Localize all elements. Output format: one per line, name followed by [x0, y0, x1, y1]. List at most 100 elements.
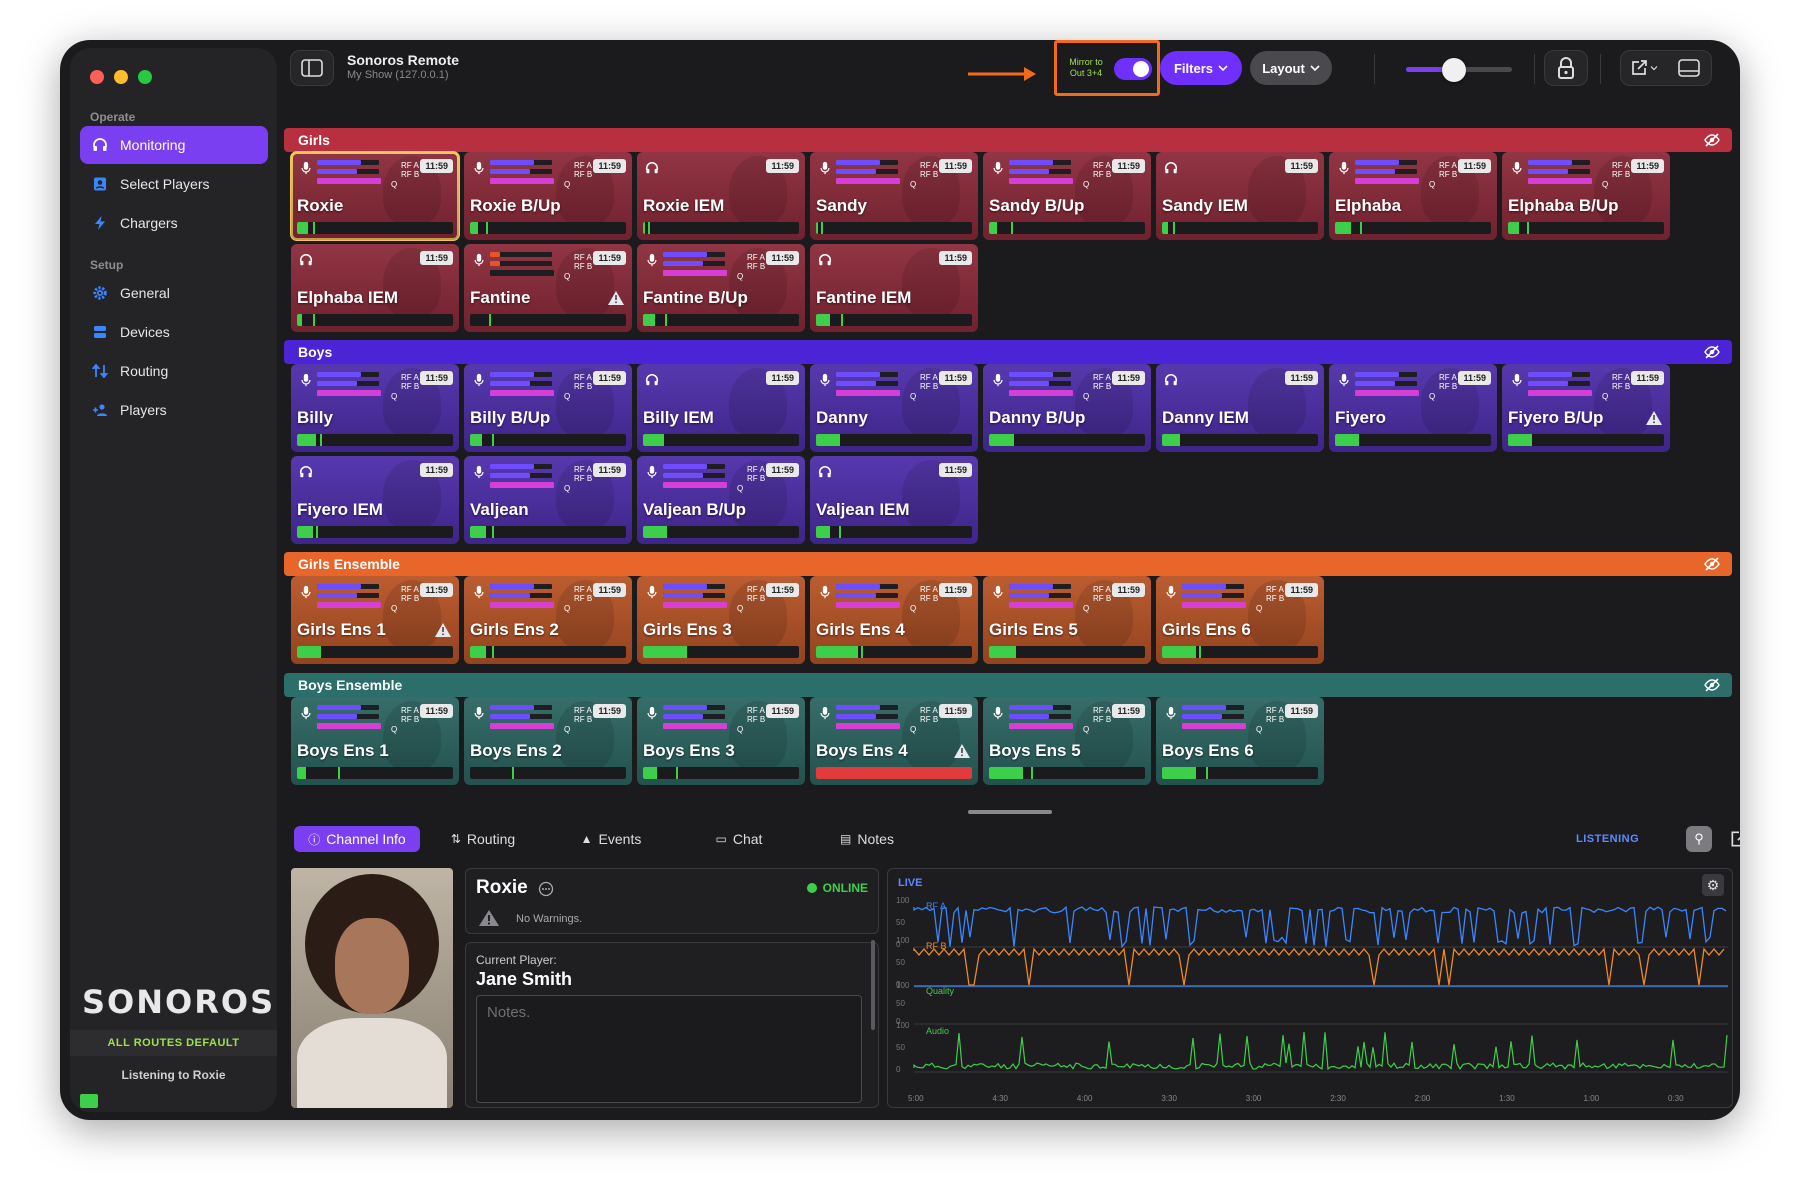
group-header-boys-ensemble[interactable]: Boys Ensemble	[284, 673, 1732, 697]
pin-icon: ⚲	[1694, 831, 1704, 846]
channel-tile[interactable]: RF A RF B Q 11:59 Fiyero B/Up	[1502, 364, 1670, 452]
lock-button[interactable]	[1544, 50, 1588, 86]
channel-tile[interactable]: RF A RF B Q 11:59 Fiyero	[1329, 364, 1497, 452]
pin-button[interactable]: ⚲	[1686, 826, 1712, 852]
channel-tile[interactable]: RF A RF B Q 11:59 Elphaba B/Up	[1502, 152, 1670, 240]
filters-button[interactable]: Filters	[1160, 51, 1242, 85]
rf-bars	[1182, 703, 1252, 733]
channel-tile[interactable]: RF A RF B Q 11:59 Fantine	[464, 244, 632, 332]
quality-bar	[663, 270, 727, 276]
mirror-toggle[interactable]	[1114, 58, 1152, 80]
layout-label: Layout	[1262, 60, 1305, 76]
sidebar-item-devices[interactable]: Devices	[80, 313, 268, 351]
battery-time-badge: 11:59	[939, 371, 972, 385]
rf-bars	[490, 370, 560, 400]
q-label: Q	[737, 272, 744, 281]
channel-tile[interactable]: 11:59 Valjean IEM	[810, 456, 978, 544]
channel-tile[interactable]: RF A RF B Q 11:59 Boys Ens 4	[810, 697, 978, 785]
channel-tile[interactable]: 11:59 Elphaba IEM	[291, 244, 459, 332]
sidebar-item-chargers[interactable]: Chargers	[80, 204, 268, 242]
close-window-button[interactable]	[90, 70, 104, 84]
tab-notes[interactable]: ▤ Notes	[808, 826, 926, 852]
group-header-girls-ensemble[interactable]: Girls Ensemble	[284, 552, 1732, 576]
microphone-icon	[993, 585, 1003, 599]
channel-tile[interactable]: RF A RF B Q 11:59 Girls Ens 2	[464, 576, 632, 664]
channel-tile[interactable]: RF A RF B Q 11:59 Roxie B/Up	[464, 152, 632, 240]
sidebar-item-label: Devices	[120, 324, 170, 340]
volume-slider[interactable]	[1406, 58, 1512, 82]
sidebar-toggle-button[interactable]	[290, 50, 334, 86]
notes-input[interactable]: Notes.	[476, 995, 862, 1103]
minimize-window-button[interactable]	[114, 70, 128, 84]
rf-b-bar	[490, 593, 530, 598]
zoom-window-button[interactable]	[138, 70, 152, 84]
channel-tile[interactable]: RF A RF B Q 11:59 Girls Ens 1	[291, 576, 459, 664]
layout-button[interactable]: Layout	[1250, 51, 1332, 85]
channel-tile[interactable]: RF A RF B Q 11:59 Sandy B/Up	[983, 152, 1151, 240]
sidebar-item-select-players[interactable]: Select Players	[80, 165, 268, 203]
rf-b-bar	[1355, 169, 1395, 174]
panel-toggle-button[interactable]	[1666, 59, 1711, 77]
pop-out-button[interactable]	[1621, 59, 1666, 77]
more-options-icon[interactable]	[538, 881, 554, 897]
channel-tile[interactable]: 11:59 Fiyero IEM	[291, 456, 459, 544]
channel-tile[interactable]: RF A RF B Q 11:59 Roxie	[290, 151, 460, 241]
peak-marker	[675, 767, 678, 779]
tab-chat[interactable]: ▭ Chat	[680, 826, 798, 852]
rf-a-bar	[663, 705, 707, 710]
channel-tile[interactable]: 11:59 Roxie IEM	[637, 152, 805, 240]
hide-eye-icon[interactable]	[1704, 556, 1720, 572]
tab-events[interactable]: ▲ Events	[552, 826, 670, 852]
channel-tile[interactable]: RF A RF B Q 11:59 Boys Ens 5	[983, 697, 1151, 785]
channel-tile[interactable]: RF A RF B Q 11:59 Valjean	[464, 456, 632, 544]
channel-tile[interactable]: RF A RF B Q 11:59 Elphaba	[1329, 152, 1497, 240]
channel-tile[interactable]: RF A RF B Q 11:59 Girls Ens 5	[983, 576, 1151, 664]
rf-b-label: RF B	[1612, 382, 1631, 391]
level-fill	[989, 646, 1014, 658]
peak-marker	[488, 314, 491, 326]
scrollbar[interactable]	[871, 940, 875, 1030]
channel-tile[interactable]: 11:59 Fantine IEM	[810, 244, 978, 332]
peak-marker	[661, 434, 664, 446]
channel-tile[interactable]: RF A RF B Q 11:59 Danny	[810, 364, 978, 452]
panel-resize-handle[interactable]	[968, 810, 1052, 814]
channel-tile[interactable]: RF A RF B Q 11:59 Boys Ens 3	[637, 697, 805, 785]
hide-eye-icon[interactable]	[1704, 677, 1720, 693]
channel-tile[interactable]: RF A RF B Q 11:59 Fantine B/Up	[637, 244, 805, 332]
quality-bar	[1182, 602, 1246, 608]
channel-tile[interactable]: 11:59 Danny IEM	[1156, 364, 1324, 452]
channel-tile[interactable]: RF A RF B Q 11:59 Boys Ens 2	[464, 697, 632, 785]
group-header-girls[interactable]: Girls	[284, 128, 1732, 152]
channel-tile[interactable]: 11:59 Sandy IEM	[1156, 152, 1324, 240]
hide-eye-icon[interactable]	[1704, 344, 1720, 360]
volume-slider-knob[interactable]	[1441, 58, 1466, 82]
channel-tile[interactable]: 11:59 Billy IEM	[637, 364, 805, 452]
tab-channel-info[interactable]: ⓘ Channel Info	[294, 826, 420, 852]
external-window-icon[interactable]	[1729, 829, 1740, 849]
channel-tile[interactable]: RF A RF B Q 11:59 Boys Ens 6	[1156, 697, 1324, 785]
channel-tile[interactable]: RF A RF B Q 11:59 Boys Ens 1	[291, 697, 459, 785]
sidebar-item-players[interactable]: Players	[80, 391, 268, 429]
level-fill	[989, 767, 1024, 779]
channel-tile[interactable]: RF A RF B Q 11:59 Billy B/Up	[464, 364, 632, 452]
rf-bars	[490, 462, 560, 492]
channel-tile[interactable]: RF A RF B Q 11:59 Girls Ens 4	[810, 576, 978, 664]
level-fill	[816, 314, 831, 326]
microphone-icon	[474, 161, 484, 175]
peak-marker	[512, 767, 515, 779]
y-tick-label: 50	[896, 999, 905, 1008]
channel-tile[interactable]: RF A RF B Q 11:59 Sandy	[810, 152, 978, 240]
channel-tile[interactable]: RF A RF B Q 11:59 Valjean B/Up	[637, 456, 805, 544]
hide-eye-icon[interactable]	[1704, 132, 1720, 148]
channel-name: Roxie B/Up	[470, 196, 561, 215]
channel-tile[interactable]: RF A RF B Q 11:59 Girls Ens 6	[1156, 576, 1324, 664]
sidebar-item-general[interactable]: General	[80, 274, 268, 312]
tab-routing[interactable]: ⇅ Routing	[424, 826, 542, 852]
sidebar-item-monitoring[interactable]: Monitoring	[80, 126, 268, 164]
channel-tile[interactable]: RF A RF B Q 11:59 Girls Ens 3	[637, 576, 805, 664]
channel-tile[interactable]: RF A RF B Q 11:59 Danny B/Up	[983, 364, 1151, 452]
rf-b-label: RF B	[1612, 170, 1631, 179]
group-header-boys[interactable]: Boys	[284, 340, 1732, 364]
sidebar-item-routing[interactable]: Routing	[80, 352, 268, 390]
channel-tile[interactable]: RF A RF B Q 11:59 Billy	[291, 364, 459, 452]
